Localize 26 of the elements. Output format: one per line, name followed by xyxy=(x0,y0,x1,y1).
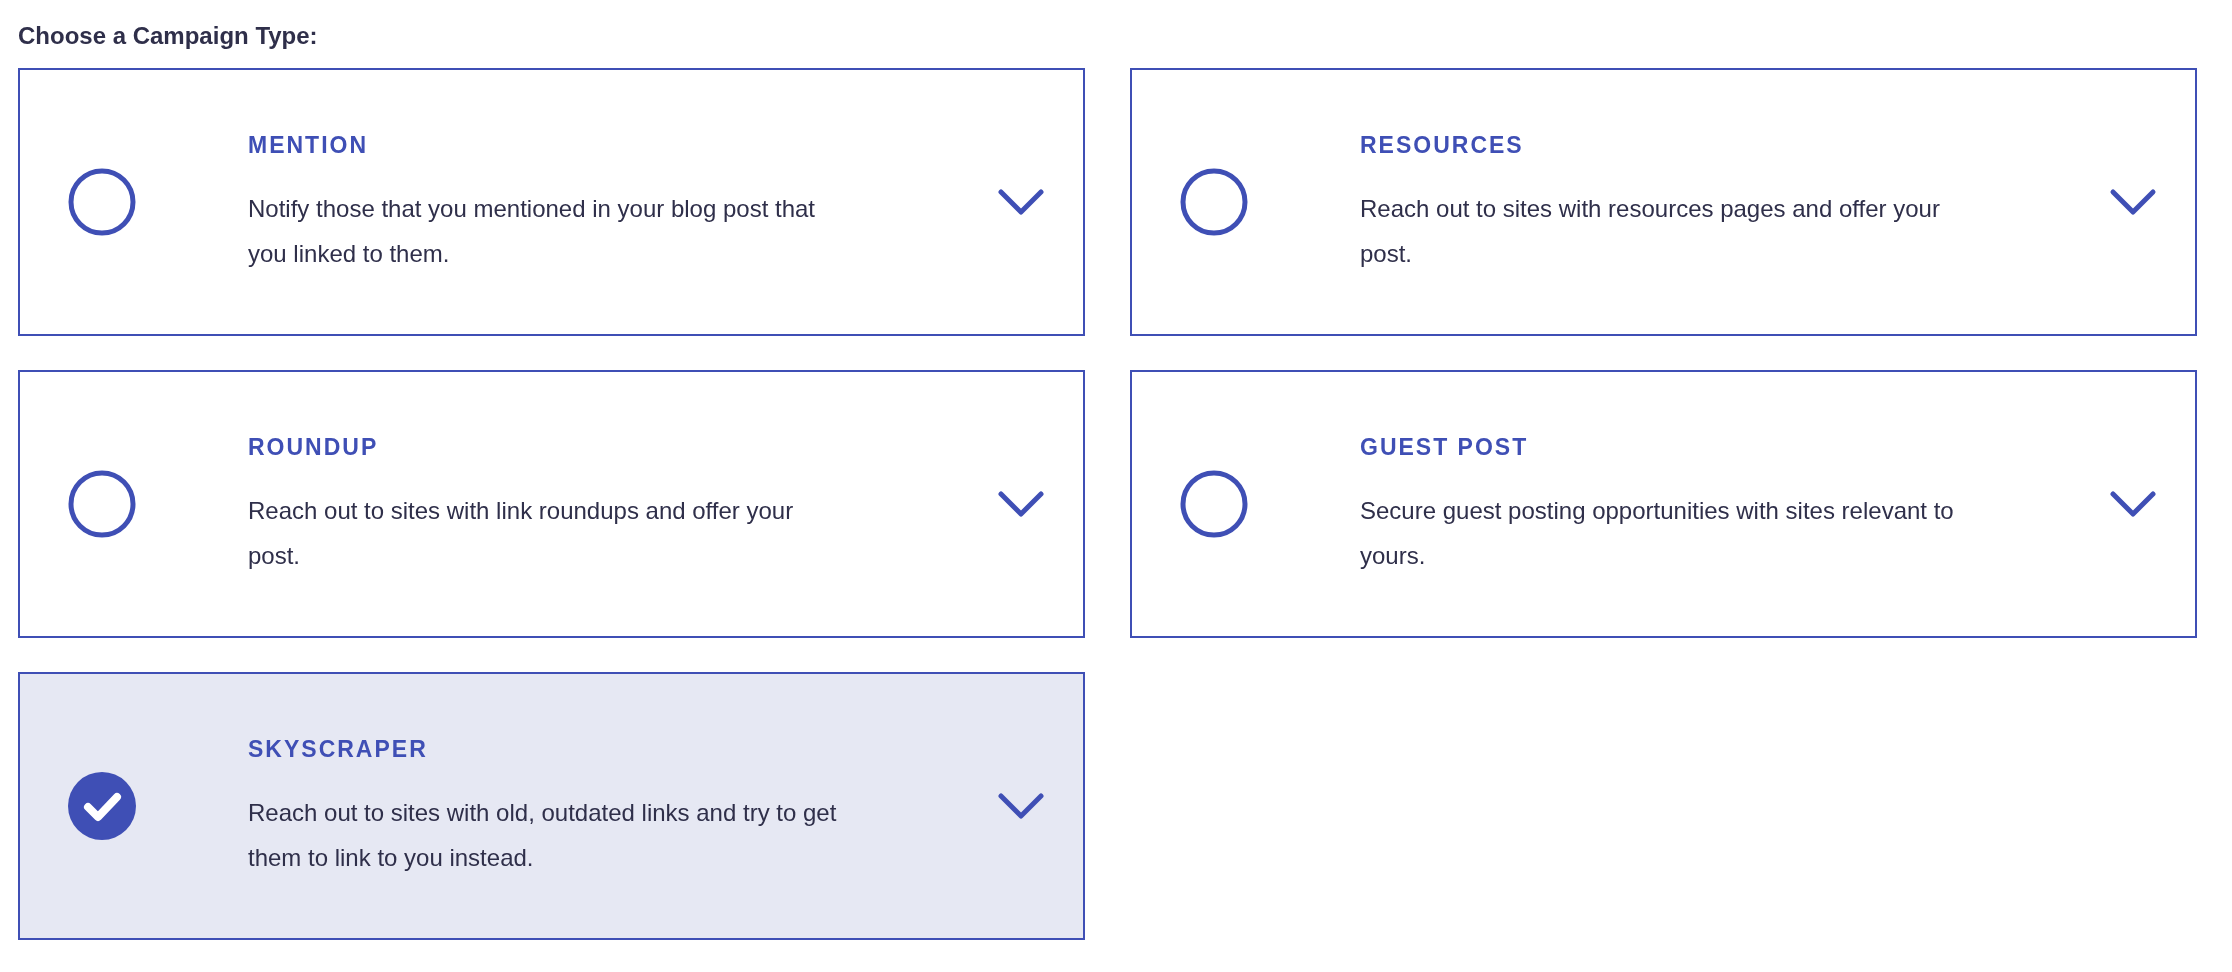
campaign-description: Reach out to sites with link roundups and offer your post. xyxy=(248,496,795,572)
radio-circle-icon xyxy=(1180,470,1248,538)
radio-circle-icon xyxy=(1180,168,1248,236)
chevron-down-icon[interactable] xyxy=(997,490,1045,518)
campaign-description: Reach out to sites with resources pages and offer your post. xyxy=(1360,194,1941,270)
campaign-type-card[interactable]: GUEST POST Secure guest posting opportunities with sites relevant to yours. xyxy=(1130,370,2197,638)
campaign-title: MENTION xyxy=(248,130,370,160)
campaign-description: Reach out to sites with old, outdated links and try to get them to link to you instead. xyxy=(248,798,838,874)
chevron-down-icon[interactable] xyxy=(2109,490,2157,518)
campaign-type-card[interactable]: RESOURCES Reach out to sites with resources pages and offer your post. xyxy=(1130,68,2197,336)
chevron-down-icon[interactable] xyxy=(2109,188,2157,216)
chevron-down-icon[interactable] xyxy=(997,792,1045,820)
section-heading: Choose a Campaign Type: xyxy=(18,21,319,51)
radio-circle-icon xyxy=(68,470,136,538)
campaign-type-card[interactable]: SKYSCRAPER Reach out to sites with old, outdated links and try to get them to link to you instead. xyxy=(18,672,1085,940)
radio-circle-icon xyxy=(68,168,136,236)
check-circle-icon xyxy=(68,772,136,840)
campaign-description: Secure guest posting opportunities with sites relevant to yours. xyxy=(1360,496,1955,572)
campaign-title: GUEST POST xyxy=(1360,432,1530,462)
campaign-title: RESOURCES xyxy=(1360,130,1525,160)
campaign-description: Notify those that you mentioned in your blog post that you linked to them. xyxy=(248,194,816,270)
campaign-title: ROUNDUP xyxy=(248,432,380,462)
campaign-title: SKYSCRAPER xyxy=(248,734,429,764)
chevron-down-icon[interactable] xyxy=(997,188,1045,216)
campaign-type-card[interactable]: MENTION Notify those that you mentioned in your blog post that you linked to them. xyxy=(18,68,1085,336)
campaign-type-card[interactable]: ROUNDUP Reach out to sites with link roundups and offer your post. xyxy=(18,370,1085,638)
